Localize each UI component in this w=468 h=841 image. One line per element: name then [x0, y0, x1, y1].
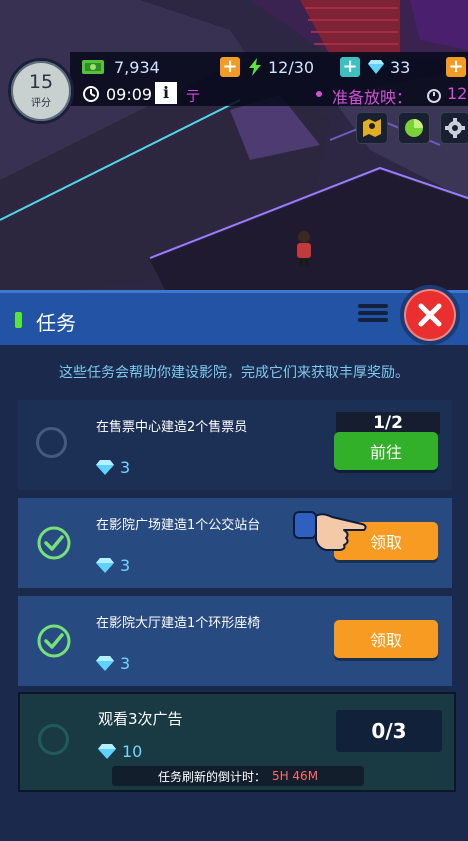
- claim-button[interactable]: 领取: [334, 620, 438, 658]
- reward-amount: 3: [120, 654, 131, 673]
- clock-value: 09:09: [106, 84, 153, 104]
- task-progress: 1/2: [336, 412, 440, 434]
- task-progress: 0/3: [336, 710, 442, 752]
- game-scene: [0, 0, 468, 300]
- checkmark-circle-icon: [37, 624, 71, 658]
- task-title: 在影院广场建造1个公交站台: [96, 518, 261, 533]
- title-marker: [15, 312, 22, 328]
- task-card: 在售票中心建造2个售票员 3 1/2 前往: [18, 400, 452, 490]
- task-card: 在影院大厅建造1个环形座椅 3 领取: [18, 596, 452, 686]
- info-button[interactable]: i: [155, 82, 177, 104]
- diamond-icon: [368, 60, 384, 74]
- lightning-icon: [249, 58, 261, 76]
- add-money-button[interactable]: +: [220, 57, 240, 77]
- ticker-text: 亍: [186, 89, 200, 105]
- task-title: 在影院大厅建造1个环形座椅: [96, 616, 261, 631]
- diamond-icon: [96, 558, 114, 573]
- menu-icon[interactable]: [358, 301, 388, 327]
- incomplete-circle-icon: [36, 427, 67, 458]
- energy-value: 12/30: [268, 57, 315, 77]
- map-button[interactable]: [356, 112, 388, 144]
- alarm-clock-icon: [427, 89, 441, 103]
- refresh-label: 任务刷新的倒计时：: [157, 769, 266, 784]
- clock-icon: [83, 86, 99, 102]
- panel-description: 这些任务会帮助你建设影院，完成它们来获取丰厚奖励。: [59, 365, 409, 381]
- cash-icon: [82, 60, 104, 74]
- task-panel: 任务 这些任务会帮助你建设影院，完成它们来获取丰厚奖励。 在售票中心建造2个售票…: [0, 285, 468, 841]
- diamond-icon: [98, 744, 116, 759]
- gear-icon: [445, 118, 465, 138]
- gem-value: 33: [390, 57, 411, 77]
- add-energy-button[interactable]: +: [340, 57, 360, 77]
- diamond-icon: [96, 460, 114, 475]
- screening-countdown: 12: [447, 84, 468, 103]
- settings-button[interactable]: [440, 112, 468, 144]
- scene-illustration: [0, 0, 468, 300]
- energy-counter: 12/30: [248, 54, 338, 80]
- money-value: 7,934: [114, 57, 160, 77]
- gem-counter: 33: [368, 54, 428, 80]
- ad-task-card: 观看3次广告 10 0/3 任务刷新的倒计时： 5H 46M: [18, 692, 456, 792]
- money-counter: 7,934: [82, 54, 242, 80]
- close-button[interactable]: [400, 285, 460, 345]
- status-dot: [316, 91, 322, 97]
- add-gems-button[interactable]: +: [446, 57, 466, 77]
- clock-display: 09:09: [82, 81, 162, 107]
- pointing-hand-icon: [293, 511, 367, 551]
- refresh-time: 5H 46M: [271, 769, 319, 783]
- map-icon: [363, 119, 381, 137]
- close-icon: [418, 303, 442, 327]
- screening-status: 准备放映：: [332, 88, 413, 107]
- rating-badge[interactable]: 15 评分: [8, 58, 74, 124]
- panel-title: 任务: [36, 311, 76, 335]
- task-title: 观看3次广告: [98, 710, 183, 728]
- stats-button[interactable]: [398, 112, 430, 144]
- reward-amount: 10: [122, 742, 143, 761]
- diamond-icon: [96, 656, 114, 671]
- checkmark-circle-icon: [37, 526, 71, 560]
- task-card: 在影院广场建造1个公交站台 3 领取: [18, 498, 452, 588]
- task-reward: 3: [96, 654, 130, 673]
- task-reward: 3: [96, 556, 130, 575]
- task-reward: 10: [98, 742, 142, 761]
- task-title: 在售票中心建造2个售票员: [96, 420, 248, 435]
- rating-value: 15: [28, 71, 54, 93]
- reward-amount: 3: [120, 458, 131, 477]
- pie-chart-icon: [405, 119, 423, 137]
- incomplete-circle-icon: [38, 724, 69, 755]
- task-reward: 3: [96, 458, 130, 477]
- go-button[interactable]: 前往: [334, 432, 438, 470]
- task-panel-header: 任务: [0, 285, 468, 345]
- refresh-countdown: 任务刷新的倒计时： 5H 46M: [112, 766, 364, 786]
- reward-amount: 3: [120, 556, 131, 575]
- rating-label: 评分: [31, 98, 51, 109]
